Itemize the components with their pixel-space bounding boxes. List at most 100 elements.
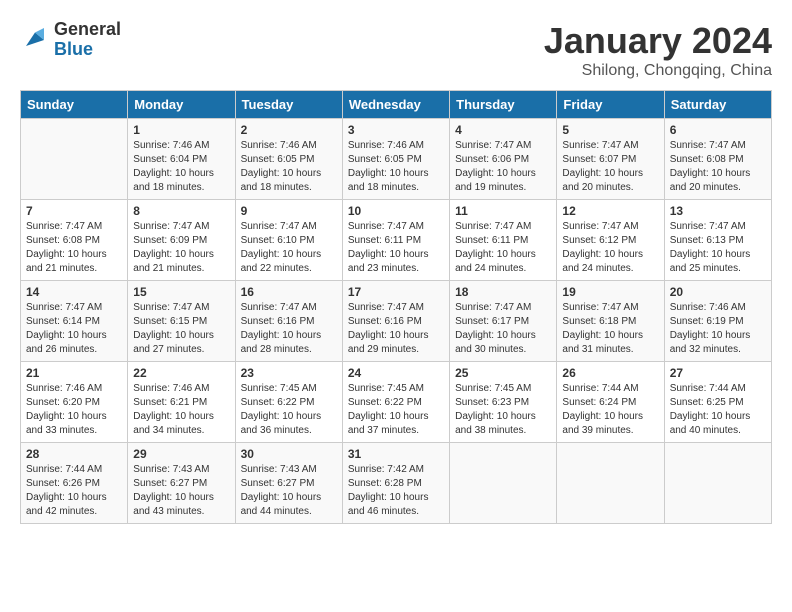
- day-number: 8: [133, 204, 229, 218]
- calendar-cell: 22 Sunrise: 7:46 AM Sunset: 6:21 PM Dayli…: [128, 362, 235, 443]
- day-number: 29: [133, 447, 229, 461]
- calendar-cell: 7 Sunrise: 7:47 AM Sunset: 6:08 PM Daylig…: [21, 200, 128, 281]
- day-info: Sunrise: 7:43 AM Sunset: 6:27 PM Dayligh…: [133, 463, 229, 519]
- calendar-cell: 4 Sunrise: 7:47 AM Sunset: 6:06 PM Daylig…: [450, 119, 557, 200]
- calendar-cell: 17Sunrise: 7:47 AM Sunset: 6:16 PM Dayli…: [342, 281, 449, 362]
- calendar-cell: 30 Sunrise: 7:43 AM Sunset: 6:27 PM Dayli…: [235, 443, 342, 524]
- calendar-body: 1 Sunrise: 7:46 AM Sunset: 6:04 PM Daylig…: [21, 119, 772, 524]
- calendar-cell: 2Sunrise: 7:46 AM Sunset: 6:05 PM Daylig…: [235, 119, 342, 200]
- page-header: General Blue January 2024 Shilong, Chong…: [20, 20, 772, 80]
- logo-line1: General: [54, 20, 121, 40]
- header-cell-friday: Friday: [557, 91, 664, 119]
- day-number: 19: [562, 285, 658, 299]
- calendar-cell: 3Sunrise: 7:46 AM Sunset: 6:05 PM Daylig…: [342, 119, 449, 200]
- calendar-cell: 15 Sunrise: 7:47 AM Sunset: 6:15 PM Dayli…: [128, 281, 235, 362]
- header-cell-tuesday: Tuesday: [235, 91, 342, 119]
- day-number: 15: [133, 285, 229, 299]
- calendar-cell: 19Sunrise: 7:47 AM Sunset: 6:18 PM Dayli…: [557, 281, 664, 362]
- calendar-cell: 16 Sunrise: 7:47 AM Sunset: 6:16 PM Dayli…: [235, 281, 342, 362]
- calendar-cell: 9Sunrise: 7:47 AM Sunset: 6:10 PM Daylig…: [235, 200, 342, 281]
- day-number: 21: [26, 366, 122, 380]
- calendar-cell: 24 Sunrise: 7:45 AM Sunset: 6:22 PM Dayli…: [342, 362, 449, 443]
- day-number: 14: [26, 285, 122, 299]
- day-info: Sunrise: 7:46 AM Sunset: 6:21 PM Dayligh…: [133, 382, 229, 438]
- day-info: Sunrise: 7:45 AM Sunset: 6:22 PM Dayligh…: [348, 382, 444, 438]
- day-number: 10: [348, 204, 444, 218]
- day-info: Sunrise: 7:46 AM Sunset: 6:20 PM Dayligh…: [26, 382, 122, 438]
- header-cell-monday: Monday: [128, 91, 235, 119]
- header-row: SundayMondayTuesdayWednesdayThursdayFrid…: [21, 91, 772, 119]
- day-number: 12: [562, 204, 658, 218]
- calendar-cell: 23Sunrise: 7:45 AM Sunset: 6:22 PM Dayli…: [235, 362, 342, 443]
- week-row-2: 7 Sunrise: 7:47 AM Sunset: 6:08 PM Daylig…: [21, 200, 772, 281]
- day-number: 5: [562, 123, 658, 137]
- day-number: 24: [348, 366, 444, 380]
- calendar-cell: 20Sunrise: 7:46 AM Sunset: 6:19 PM Dayli…: [664, 281, 771, 362]
- header-cell-thursday: Thursday: [450, 91, 557, 119]
- day-number: 3: [348, 123, 444, 137]
- calendar-cell: 8 Sunrise: 7:47 AM Sunset: 6:09 PM Daylig…: [128, 200, 235, 281]
- day-info: Sunrise: 7:42 AM Sunset: 6:28 PM Dayligh…: [348, 463, 444, 519]
- calendar-cell: 26 Sunrise: 7:44 AM Sunset: 6:24 PM Dayli…: [557, 362, 664, 443]
- calendar-cell: 5 Sunrise: 7:47 AM Sunset: 6:07 PM Daylig…: [557, 119, 664, 200]
- day-info: Sunrise: 7:46 AM Sunset: 6:04 PM Dayligh…: [133, 139, 229, 195]
- day-info: Sunrise: 7:45 AM Sunset: 6:23 PM Dayligh…: [455, 382, 551, 438]
- day-number: 6: [670, 123, 766, 137]
- header-cell-saturday: Saturday: [664, 91, 771, 119]
- day-number: 17: [348, 285, 444, 299]
- day-number: 25: [455, 366, 551, 380]
- day-info: Sunrise: 7:47 AM Sunset: 6:08 PM Dayligh…: [670, 139, 766, 195]
- day-info: Sunrise: 7:47 AM Sunset: 6:07 PM Dayligh…: [562, 139, 658, 195]
- logo: General Blue: [20, 20, 121, 60]
- day-number: 30: [241, 447, 337, 461]
- logo-icon: [20, 25, 50, 55]
- calendar-cell: 6 Sunrise: 7:47 AM Sunset: 6:08 PM Daylig…: [664, 119, 771, 200]
- header-cell-sunday: Sunday: [21, 91, 128, 119]
- day-number: 22: [133, 366, 229, 380]
- calendar-cell: [21, 119, 128, 200]
- day-number: 9: [241, 204, 337, 218]
- day-info: Sunrise: 7:47 AM Sunset: 6:06 PM Dayligh…: [455, 139, 551, 195]
- calendar-cell: 11Sunrise: 7:47 AM Sunset: 6:11 PM Dayli…: [450, 200, 557, 281]
- day-number: 20: [670, 285, 766, 299]
- calendar-cell: [557, 443, 664, 524]
- day-info: Sunrise: 7:47 AM Sunset: 6:16 PM Dayligh…: [241, 301, 337, 357]
- day-number: 13: [670, 204, 766, 218]
- calendar-cell: 13 Sunrise: 7:47 AM Sunset: 6:13 PM Dayli…: [664, 200, 771, 281]
- calendar-cell: 25 Sunrise: 7:45 AM Sunset: 6:23 PM Dayli…: [450, 362, 557, 443]
- header-cell-wednesday: Wednesday: [342, 91, 449, 119]
- day-number: 26: [562, 366, 658, 380]
- day-info: Sunrise: 7:47 AM Sunset: 6:09 PM Dayligh…: [133, 220, 229, 276]
- week-row-4: 21 Sunrise: 7:46 AM Sunset: 6:20 PM Dayli…: [21, 362, 772, 443]
- day-info: Sunrise: 7:47 AM Sunset: 6:13 PM Dayligh…: [670, 220, 766, 276]
- day-number: 4: [455, 123, 551, 137]
- calendar-header: SundayMondayTuesdayWednesdayThursdayFrid…: [21, 91, 772, 119]
- calendar-cell: 1 Sunrise: 7:46 AM Sunset: 6:04 PM Daylig…: [128, 119, 235, 200]
- day-number: 27: [670, 366, 766, 380]
- calendar-cell: 18Sunrise: 7:47 AM Sunset: 6:17 PM Dayli…: [450, 281, 557, 362]
- week-row-3: 14 Sunrise: 7:47 AM Sunset: 6:14 PM Dayli…: [21, 281, 772, 362]
- calendar-cell: 29 Sunrise: 7:43 AM Sunset: 6:27 PM Dayli…: [128, 443, 235, 524]
- day-info: Sunrise: 7:45 AM Sunset: 6:22 PM Dayligh…: [241, 382, 337, 438]
- day-number: 7: [26, 204, 122, 218]
- calendar-cell: 10 Sunrise: 7:47 AM Sunset: 6:11 PM Dayli…: [342, 200, 449, 281]
- day-info: Sunrise: 7:47 AM Sunset: 6:12 PM Dayligh…: [562, 220, 658, 276]
- day-number: 1: [133, 123, 229, 137]
- calendar-cell: 12 Sunrise: 7:47 AM Sunset: 6:12 PM Dayli…: [557, 200, 664, 281]
- day-info: Sunrise: 7:46 AM Sunset: 6:05 PM Dayligh…: [241, 139, 337, 195]
- day-info: Sunrise: 7:44 AM Sunset: 6:24 PM Dayligh…: [562, 382, 658, 438]
- day-number: 16: [241, 285, 337, 299]
- day-number: 28: [26, 447, 122, 461]
- calendar-cell: 14 Sunrise: 7:47 AM Sunset: 6:14 PM Dayli…: [21, 281, 128, 362]
- calendar-cell: [664, 443, 771, 524]
- day-info: Sunrise: 7:47 AM Sunset: 6:11 PM Dayligh…: [348, 220, 444, 276]
- calendar-table: SundayMondayTuesdayWednesdayThursdayFrid…: [20, 90, 772, 524]
- day-info: Sunrise: 7:44 AM Sunset: 6:25 PM Dayligh…: [670, 382, 766, 438]
- day-info: Sunrise: 7:47 AM Sunset: 6:14 PM Dayligh…: [26, 301, 122, 357]
- day-info: Sunrise: 7:47 AM Sunset: 6:17 PM Dayligh…: [455, 301, 551, 357]
- day-number: 31: [348, 447, 444, 461]
- calendar-cell: 28Sunrise: 7:44 AM Sunset: 6:26 PM Dayli…: [21, 443, 128, 524]
- day-info: Sunrise: 7:47 AM Sunset: 6:15 PM Dayligh…: [133, 301, 229, 357]
- day-info: Sunrise: 7:43 AM Sunset: 6:27 PM Dayligh…: [241, 463, 337, 519]
- day-info: Sunrise: 7:47 AM Sunset: 6:08 PM Dayligh…: [26, 220, 122, 276]
